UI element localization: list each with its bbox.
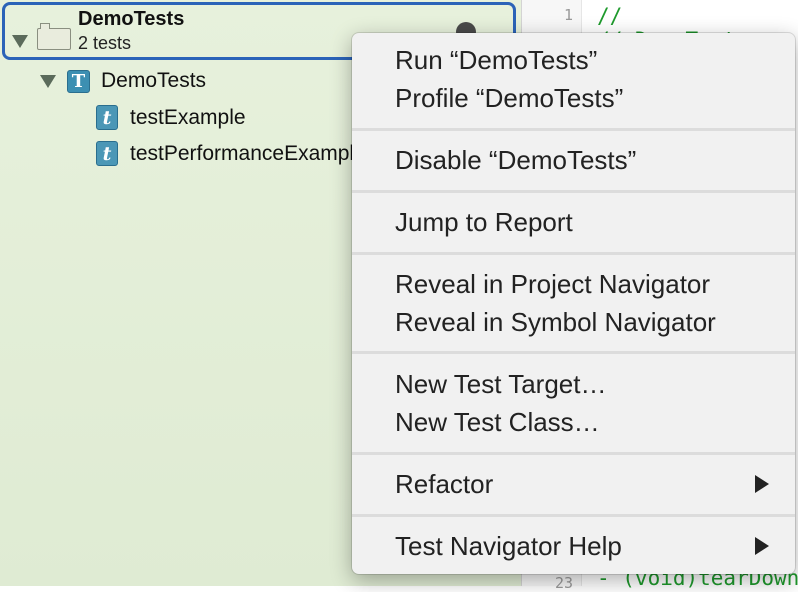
menu-separator: [352, 452, 795, 455]
tree-row-test-performance-example[interactable]: t testPerformanceExample: [96, 141, 366, 166]
menu-item-test-navigator-help[interactable]: Test Navigator Help: [395, 531, 622, 561]
menu-separator: [352, 128, 795, 131]
tree-row-demotests-class[interactable]: T DemoTests: [40, 69, 206, 93]
menu-item-profile[interactable]: Profile “DemoTests”: [395, 83, 623, 113]
test-method-icon: t: [96, 105, 118, 130]
menu-item-new-test-class[interactable]: New Test Class…: [395, 407, 600, 437]
menu-separator: [352, 252, 795, 255]
menu-item-reveal-project-navigator[interactable]: Reveal in Project Navigator: [395, 269, 710, 299]
context-menu: Run “DemoTests” Profile “DemoTests” Disa…: [352, 33, 795, 574]
test-method-label: testExample: [130, 105, 246, 129]
line-number: 23: [554, 574, 573, 592]
tree-row-test-example[interactable]: t testExample: [96, 105, 246, 130]
menu-item-disable[interactable]: Disable “DemoTests”: [395, 145, 636, 175]
menu-item-new-test-target[interactable]: New Test Target…: [395, 369, 606, 399]
tree-row-demotests-bundle[interactable]: DemoTests 2 tests: [12, 8, 184, 56]
bundle-title: DemoTests: [78, 8, 185, 30]
menu-item-refactor[interactable]: Refactor: [395, 469, 493, 499]
disclosure-triangle-icon[interactable]: [12, 34, 28, 48]
test-method-icon: t: [96, 141, 118, 166]
menu-separator: [352, 514, 795, 517]
menu-item-reveal-symbol-navigator[interactable]: Reveal in Symbol Navigator: [395, 307, 716, 337]
test-method-label: testPerformanceExample: [130, 141, 366, 165]
code-line: //: [597, 4, 623, 28]
test-class-label: DemoTests: [101, 69, 207, 92]
bundle-test-count: 2 tests: [78, 33, 132, 53]
line-number: 1: [563, 6, 573, 24]
menu-item-run[interactable]: Run “DemoTests”: [395, 45, 597, 75]
test-class-icon: T: [67, 69, 90, 93]
submenu-arrow-icon: [755, 537, 769, 555]
submenu-arrow-icon: [755, 475, 769, 493]
bundle-icon: [37, 23, 71, 50]
menu-separator: [352, 351, 795, 354]
menu-item-jump-to-report[interactable]: Jump to Report: [395, 207, 573, 237]
menu-separator: [352, 190, 795, 193]
disclosure-triangle-icon[interactable]: [40, 74, 56, 88]
